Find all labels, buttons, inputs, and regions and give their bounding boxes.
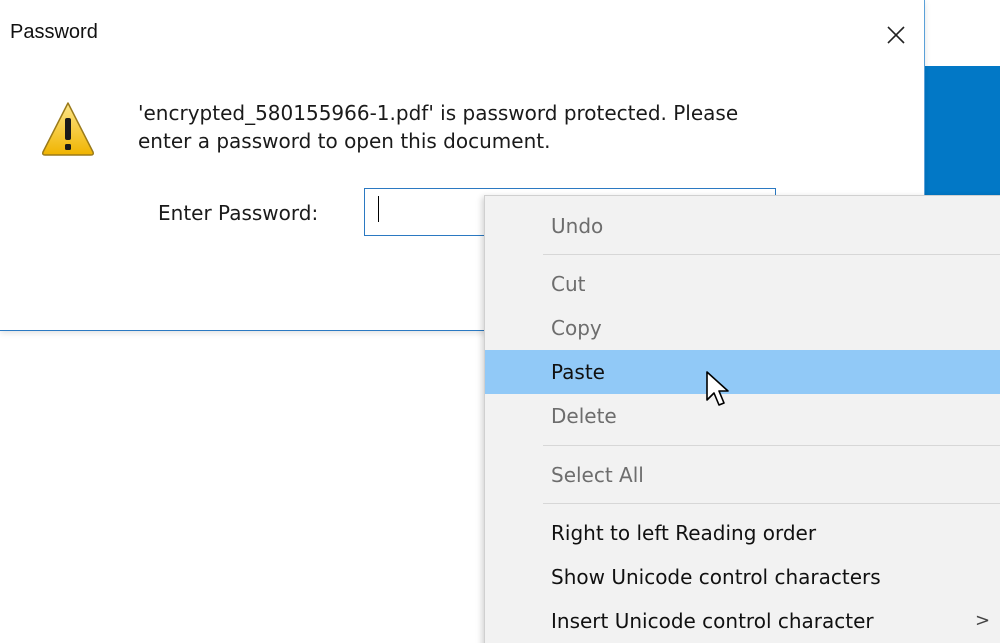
text-caret (378, 196, 379, 222)
menu-separator (543, 445, 1000, 446)
menu-item-show-unicode[interactable]: Show Unicode control characters (485, 555, 1000, 599)
menu-item-select-all[interactable]: Select All (485, 453, 1000, 497)
message-line-2: enter a password to open this document. (138, 129, 551, 153)
menu-separator (543, 503, 1000, 504)
menu-item-paste[interactable]: Paste (485, 350, 1000, 394)
context-menu: Undo Cut Copy Paste Delete Select All Ri… (484, 195, 1000, 643)
close-icon (887, 26, 905, 44)
dialog-title: Password (10, 21, 98, 43)
background-area (0, 335, 485, 643)
password-label: Enter Password: (158, 201, 319, 225)
menu-item-cut[interactable]: Cut (485, 262, 1000, 306)
warning-icon (42, 102, 94, 156)
message-line-1: 'encrypted_580155966-1.pdf' is password … (138, 101, 739, 125)
menu-item-delete[interactable]: Delete (485, 394, 1000, 438)
menu-item-undo[interactable]: Undo (485, 204, 1000, 248)
menu-item-right-to-left[interactable]: Right to left Reading order (485, 511, 1000, 555)
close-button[interactable] (868, 10, 924, 60)
background-window-blue-region (925, 66, 1000, 206)
screen: Password 'encrypted_580155966-1.pdf' is … (0, 0, 1000, 643)
chevron-right-icon: > (975, 610, 991, 631)
menu-item-copy[interactable]: Copy (485, 306, 1000, 350)
menu-item-insert-unicode[interactable]: Insert Unicode control character > (485, 599, 1000, 643)
dialog-message: 'encrypted_580155966-1.pdf' is password … (138, 99, 858, 155)
menu-separator (543, 254, 1000, 255)
menu-item-insert-unicode-label: Insert Unicode control character (551, 609, 874, 633)
